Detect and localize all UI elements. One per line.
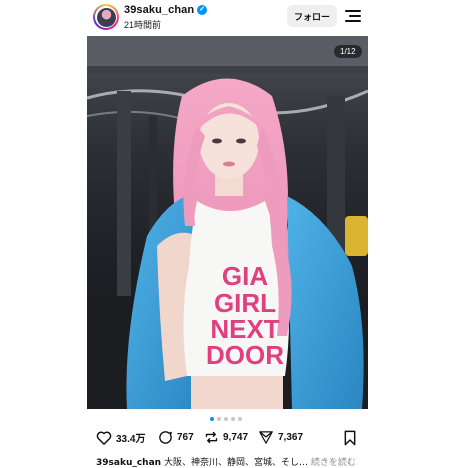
carousel-dot (231, 417, 235, 421)
comment-icon[interactable] (158, 430, 173, 445)
carousel-dot (224, 417, 228, 421)
comment-action[interactable]: 767 (158, 430, 194, 445)
bookmark-action[interactable] (343, 430, 357, 446)
menu-icon[interactable] (345, 9, 361, 23)
username[interactable]: 39saku_chan (124, 4, 194, 16)
like-action[interactable]: 33.4万 (96, 430, 145, 445)
username-row: 39saku_chan ✓ (124, 4, 208, 16)
caption-username[interactable]: 39saku_chan (96, 458, 161, 468)
caption-text: 大阪、神奈川、静岡、宮城、そし… (163, 458, 308, 468)
avatar[interactable] (93, 4, 119, 30)
share-icon[interactable] (258, 430, 274, 445)
comment-count: 767 (177, 432, 194, 443)
action-bar: 33.4万 767 9,747 7,367 (0, 428, 456, 450)
repost-action[interactable]: 9,747 (204, 430, 248, 445)
media-counter: 1/12 (334, 45, 362, 58)
shirt-text-line: GIA (222, 261, 268, 291)
bookmark-icon[interactable] (343, 430, 357, 446)
carousel-dot (217, 417, 221, 421)
share-action[interactable]: 7,367 (258, 430, 303, 445)
photo-illustration: GIA GIRL NEXT DOOR (87, 36, 368, 409)
post-photo[interactable]: GIA GIRL NEXT DOOR (87, 36, 368, 409)
follow-button[interactable]: フォロー (287, 5, 337, 27)
repost-icon[interactable] (204, 430, 219, 445)
read-more-link[interactable]: 続きを読む (311, 458, 356, 468)
like-count: 33.4万 (116, 434, 146, 445)
heart-icon[interactable] (96, 430, 112, 445)
carousel-dot (210, 417, 214, 421)
verified-badge-icon: ✓ (197, 5, 208, 15)
carousel-dot (238, 417, 242, 421)
carousel-dots (210, 417, 242, 421)
timestamp: 21時間前 (124, 20, 162, 30)
shirt-text-line: DOOR (206, 340, 284, 370)
share-count: 7,367 (278, 432, 304, 443)
post-header: 39saku_chan ✓ 21時間前 フォロー (0, 0, 456, 34)
repost-count: 9,747 (223, 432, 249, 443)
caption: 39saku_chan 大阪、神奈川、静岡、宮城、そし… 続きを読む (96, 455, 366, 468)
